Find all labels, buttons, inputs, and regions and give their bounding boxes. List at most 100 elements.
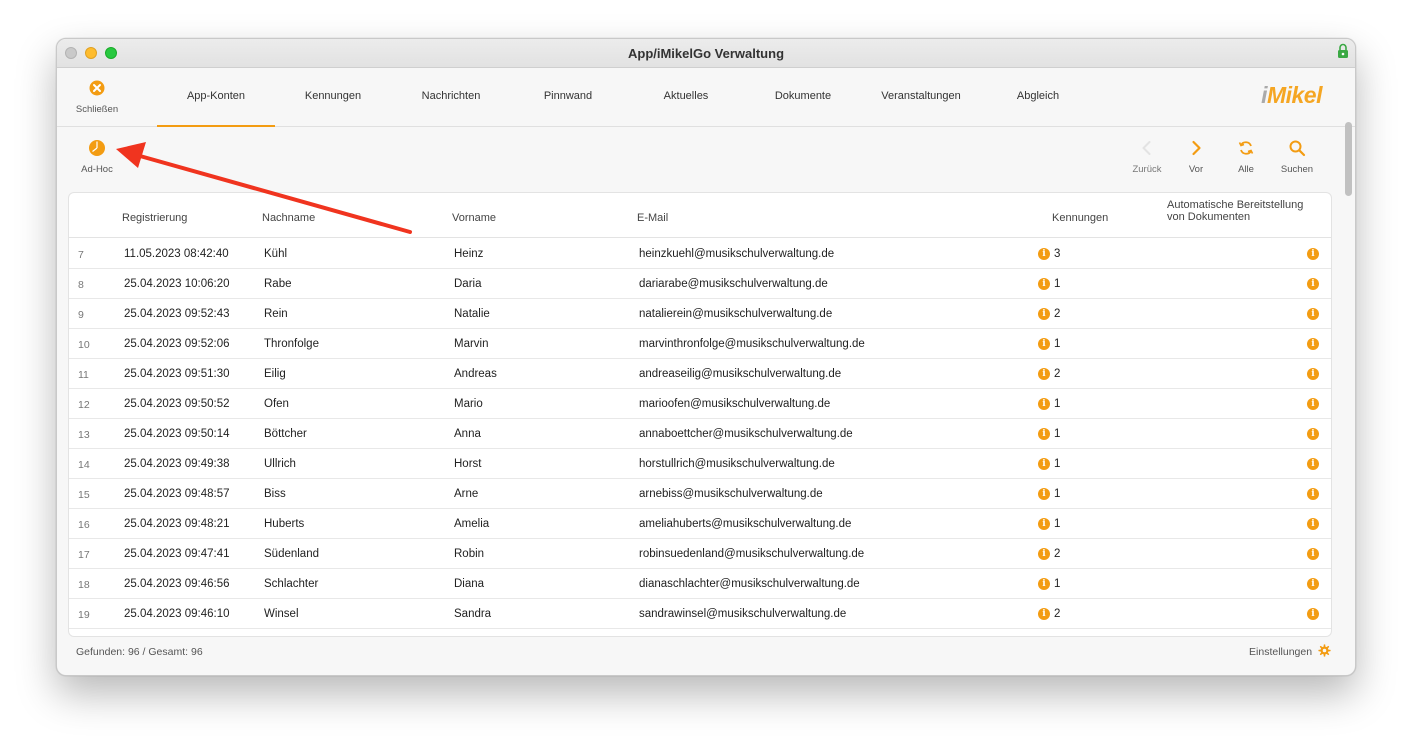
col-header-registrierung[interactable]: Registrierung: [122, 212, 187, 224]
auto-bereitstellung-info-icon[interactable]: i: [1307, 488, 1319, 500]
cell-kennungen-count: 2: [1054, 608, 1061, 620]
kennungen-info-icon[interactable]: i: [1038, 338, 1050, 350]
auto-bereitstellung-info-icon[interactable]: i: [1307, 578, 1319, 590]
tab-kennungen[interactable]: Kennungen: [274, 68, 392, 127]
table-row[interactable]: 14 25.04.2023 09:49:38 Ullrich Horst horstul…: [69, 449, 1331, 479]
all-button[interactable]: Alle: [1229, 139, 1263, 175]
vertical-scrollbar-thumb[interactable]: [1345, 122, 1352, 196]
adhoc-button[interactable]: Ad-Hoc: [79, 139, 115, 175]
col-header-auto-bereitstellung[interactable]: Automatische Bereitstellung von Dokument…: [1167, 199, 1303, 223]
kennungen-info-icon[interactable]: i: [1038, 368, 1050, 380]
tab-pinnwand[interactable]: Pinnwand: [509, 68, 627, 127]
cell-vorname: Horst: [454, 458, 482, 470]
kennungen-info-icon[interactable]: i: [1038, 518, 1050, 530]
col-header-auto-line2: von Dokumenten: [1167, 211, 1251, 223]
pie-chart-icon: [89, 140, 105, 156]
toolbar: Ad-Hoc Zurück Vor Alle Suchen: [57, 127, 1355, 189]
kennungen-info-icon[interactable]: i: [1038, 398, 1050, 410]
cell-kennungen-count: 3: [1054, 248, 1061, 260]
cell-email: annaboettcher@musikschulverwaltung.de: [639, 428, 853, 440]
kennungen-info-icon[interactable]: i: [1038, 428, 1050, 440]
col-header-nachname[interactable]: Nachname: [262, 212, 315, 224]
table-row[interactable]: 16 25.04.2023 09:48:21 Huberts Amelia amelia…: [69, 509, 1331, 539]
cell-registrierung: 25.04.2023 09:48:57: [124, 488, 230, 500]
col-header-kennungen[interactable]: Kennungen: [1052, 212, 1108, 224]
cell-registrierung: 25.04.2023 09:51:30: [124, 368, 230, 380]
kennungen-info-icon[interactable]: i: [1038, 578, 1050, 590]
table-row[interactable]: 8 25.04.2023 10:06:20 Rabe Daria dariarabe@m…: [69, 269, 1331, 299]
table-row[interactable]: 11 25.04.2023 09:51:30 Eilig Andreas andreas…: [69, 359, 1331, 389]
auto-bereitstellung-info-icon[interactable]: i: [1307, 548, 1319, 560]
title-bar: App/iMikelGo Verwaltung: [57, 39, 1355, 68]
table-row[interactable]: 17 25.04.2023 09:47:41 Südenland Robin robin…: [69, 539, 1331, 569]
window-title: App/iMikelGo Verwaltung: [627, 46, 785, 61]
cell-email: robinsuedenland@musikschulverwaltung.de: [639, 548, 865, 560]
auto-bereitstellung-info-icon[interactable]: i: [1307, 608, 1319, 620]
table-row[interactable]: [69, 629, 1331, 636]
tab-dokumente[interactable]: Dokumente: [744, 68, 862, 127]
cell-nachname: Ofen: [264, 398, 289, 410]
tab-aktuelles[interactable]: Aktuelles: [627, 68, 745, 127]
cell-email: dariarabe@musikschulverwaltung.de: [639, 278, 828, 290]
forward-button[interactable]: Vor: [1179, 139, 1213, 175]
tab-abgleich[interactable]: Abgleich: [979, 68, 1097, 127]
search-button[interactable]: Suchen: [1276, 139, 1318, 175]
auto-bereitstellung-info-icon[interactable]: i: [1307, 338, 1319, 350]
cell-vorname: Heinz: [454, 248, 484, 260]
cell-registrierung: 11.05.2023 08:42:40: [124, 248, 229, 260]
kennungen-info-icon[interactable]: i: [1038, 608, 1050, 620]
cell-vorname: Robin: [454, 548, 485, 560]
tab-veranstaltungen[interactable]: Veranstaltungen: [862, 68, 980, 127]
table-row[interactable]: 19 25.04.2023 09:46:10 Winsel Sandra sandraw…: [69, 599, 1331, 629]
forward-label: Vor: [1188, 164, 1204, 175]
auto-bereitstellung-info-icon[interactable]: i: [1307, 398, 1319, 410]
kennungen-info-icon[interactable]: i: [1038, 548, 1050, 560]
settings-button[interactable]: Einstellungen: [1249, 644, 1331, 658]
tab-app-konten[interactable]: App-Konten: [157, 68, 275, 127]
auto-bereitstellung-info-icon[interactable]: i: [1307, 248, 1319, 260]
kennungen-info-icon[interactable]: i: [1038, 308, 1050, 320]
cell-registrierung: 25.04.2023 09:50:14: [124, 428, 230, 440]
col-header-vorname[interactable]: Vorname: [452, 212, 496, 224]
adhoc-label: Ad-Hoc: [81, 164, 113, 175]
table-row[interactable]: 12 25.04.2023 09:50:52 Ofen Mario marioofen@…: [69, 389, 1331, 419]
cell-vorname: Daria: [454, 278, 482, 290]
auto-bereitstellung-info-icon[interactable]: i: [1307, 458, 1319, 470]
col-header-email[interactable]: E-Mail: [637, 212, 668, 224]
kennungen-info-icon[interactable]: i: [1038, 278, 1050, 290]
auto-bereitstellung-info-icon[interactable]: i: [1307, 518, 1319, 530]
cell-nachname: Rabe: [264, 278, 292, 290]
table-row[interactable]: 10 25.04.2023 09:52:06 Thronfolge Marvin mar…: [69, 329, 1331, 359]
cell-kennungen-count: 2: [1054, 308, 1061, 320]
auto-bereitstellung-info-icon[interactable]: i: [1307, 308, 1319, 320]
table-row[interactable]: 18 25.04.2023 09:46:56 Schlachter Diana dian…: [69, 569, 1331, 599]
cell-registrierung: 25.04.2023 09:48:21: [124, 518, 230, 530]
imikel-logo: iMikel: [1261, 82, 1322, 108]
cell-email: horstullrich@musikschulverwaltung.de: [639, 458, 835, 470]
table-row[interactable]: 9 25.04.2023 09:52:43 Rein Natalie nataliere…: [69, 299, 1331, 329]
auto-bereitstellung-info-icon[interactable]: i: [1307, 278, 1319, 290]
back-button[interactable]: Zurück: [1128, 139, 1166, 175]
auto-bereitstellung-info-icon[interactable]: i: [1307, 428, 1319, 440]
close-view-button[interactable]: Schließen: [71, 80, 123, 115]
all-label: Alle: [1238, 164, 1254, 175]
table-row[interactable]: 13 25.04.2023 09:50:14 Böttcher Anna annaboe…: [69, 419, 1331, 449]
close-view-label: Schließen: [75, 104, 119, 115]
kennungen-info-icon[interactable]: i: [1038, 488, 1050, 500]
cell-registrierung: 25.04.2023 09:46:56: [124, 578, 230, 590]
auto-bereitstellung-info-icon[interactable]: i: [1307, 368, 1319, 380]
cell-email: heinzkuehl@musikschulverwaltung.de: [639, 248, 835, 260]
table-row[interactable]: 15 25.04.2023 09:48:57 Biss Arne arnebiss@mu…: [69, 479, 1331, 509]
cell-nachname: Südenland: [264, 548, 319, 560]
table-row[interactable]: 7 11.05.2023 08:42:40 Kühl Heinz heinzkuehl@…: [69, 239, 1331, 269]
search-label: Suchen: [1280, 164, 1314, 175]
tab-nachrichten[interactable]: Nachrichten: [392, 68, 510, 127]
kennungen-info-icon[interactable]: i: [1038, 248, 1050, 260]
cell-email: arnebiss@musikschulverwaltung.de: [639, 488, 823, 500]
cell-kennungen-count: 1: [1054, 338, 1061, 350]
kennungen-info-icon[interactable]: i: [1038, 458, 1050, 470]
row-number: 14: [78, 459, 90, 471]
cell-email: natalierein@musikschulverwaltung.de: [639, 308, 833, 320]
cell-kennungen-count: 1: [1054, 278, 1061, 290]
status-bar: Gefunden: 96 / Gesamt: 96 Einstellungen: [57, 637, 1355, 675]
